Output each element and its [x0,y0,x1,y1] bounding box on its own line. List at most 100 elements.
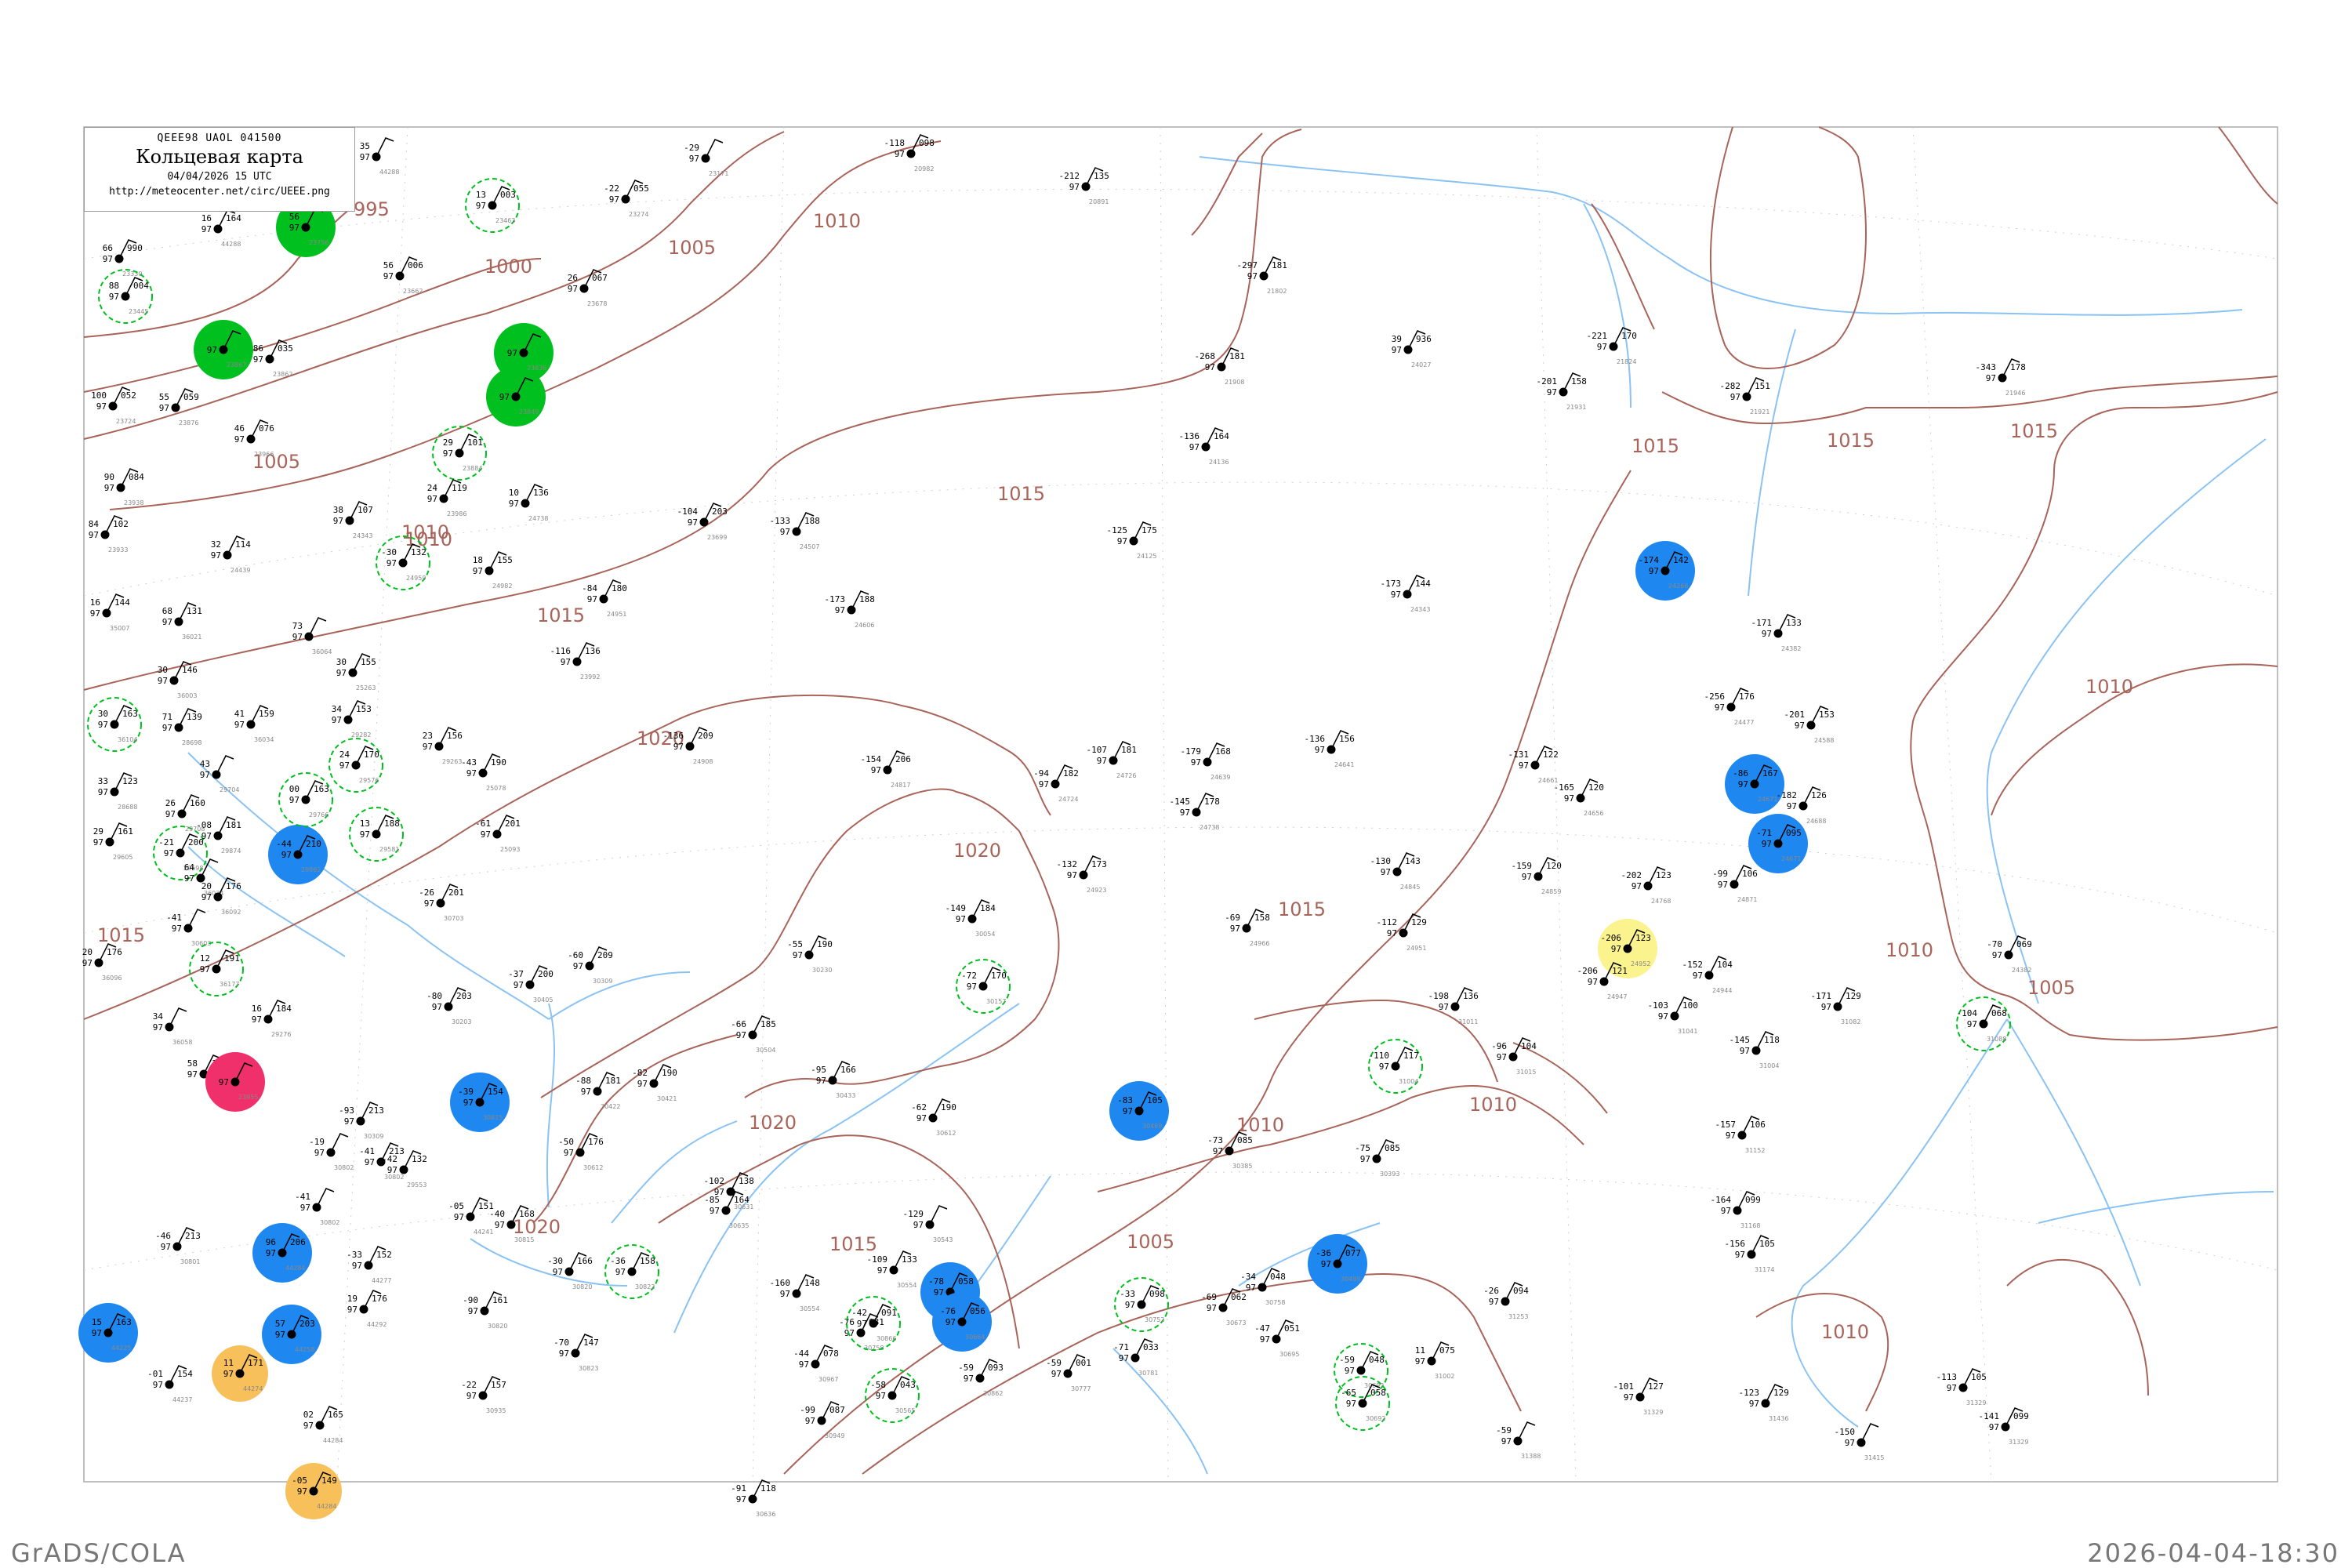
station-pressure: 126 [1811,790,1827,800]
station-temperature: -173 [825,594,846,604]
station-temperature: -26 [419,887,434,898]
station-visibility: 97 [1392,345,1402,355]
station-plot: -41 213 97 30802 [359,1142,405,1181]
station-plot: -75 085 97 30393 [1355,1139,1400,1178]
station-plot: -202 123 97 24768 [1621,866,1671,905]
station-id: 44225 [111,1345,131,1352]
station-plot: -173 144 97 24343 [1381,575,1431,613]
station-plot: 16 144 97 35007 [90,593,130,632]
station-id: 30469 [1142,1123,1162,1130]
station-pressure: 160 [190,798,205,808]
station-visibility: 97 [476,201,486,211]
station-pressure: 105 [1971,1372,1987,1382]
station-id: 23849 [519,408,539,416]
station-pressure: 100 [1682,1000,1698,1011]
station-visibility: 97 [934,1287,944,1298]
station-temperature: -44 [276,839,292,849]
station-id: 24845 [1400,884,1420,891]
station-visibility: 97 [956,914,966,924]
station-id: 24966 [1250,940,1269,947]
station-temperature: -34 [1240,1272,1256,1282]
station-temperature: -156 [1725,1239,1746,1249]
station-id: 24738 [1200,824,1219,831]
station-pressure: 006 [408,260,423,270]
station-plot: -76 056 97 30664 [932,1292,992,1352]
station-plot: -44 078 97 30967 [793,1345,839,1383]
station-temperature: -55 [787,939,803,949]
map-url[interactable]: http://meteocenter.net/circ/UEEE.png [85,186,354,198]
station-temperature: 88 [109,281,119,291]
station-temperature: 58 [187,1058,198,1069]
station-temperature: -297 [1237,260,1258,270]
station-visibility: 97 [507,348,517,358]
station-plot: -1997 30802 [309,1133,354,1171]
station-plot: -99 106 97 24871 [1712,865,1758,903]
station-visibility: 97 [1191,757,1201,768]
station-pressure: 062 [1231,1292,1247,1302]
station-visibility: 97 [89,530,99,540]
station-pressure: 213 [389,1146,405,1156]
station-temperature: 96 [266,1237,276,1247]
station-pressure: 170 [364,750,379,760]
station-temperature: -30 [381,547,397,557]
station-id: 36177 [220,981,239,988]
station-plot: -212 135 97 20891 [1059,167,1109,205]
station-id: 44277 [372,1277,391,1284]
station-pressure: 043 [900,1380,916,1390]
station-pressure: 210 [306,839,321,849]
station-temperature: -136 [1179,431,1200,441]
station-plot: 18 155 97 24982 [473,551,513,590]
isobar-label: 1015 [2010,420,2058,442]
station-temperature: 64 [184,862,195,873]
isobar-label: 1005 [668,237,716,259]
station-plot: -132 173 97 24923 [1057,855,1107,894]
station-id: 21921 [1750,408,1769,416]
station-visibility: 97 [184,873,194,884]
station-pressure: 118 [760,1483,776,1494]
station-plot: -71 095 97 24671 [1748,814,1808,873]
station-pressure: 123 [1656,870,1671,880]
station-visibility: 97 [499,392,510,402]
station-visibility: 97 [559,1348,569,1359]
station-pressure: 099 [1745,1195,1761,1205]
station-temperature: 11 [223,1358,234,1368]
station-id: 23699 [707,534,727,541]
station-id: 23862 [273,371,292,378]
station-pressure: 152 [376,1250,392,1260]
station-id: 23992 [580,673,600,681]
isobar-label: 1020 [953,840,1001,862]
station-pressure: 153 [356,704,372,714]
station-visibility: 97 [1489,1297,1499,1307]
station-visibility: 97 [424,898,434,909]
station-id: 24959 [406,575,426,582]
station-visibility: 97 [1260,1334,1270,1345]
station-id: 30393 [1380,1171,1399,1178]
station-plot: -85 1649730635 [704,1191,750,1229]
station-visibility: 97 [219,1077,229,1087]
station-visibility: 97 [289,223,299,233]
station-visibility: 97 [568,284,578,294]
isobar-label: 1020 [749,1112,797,1134]
station-id: 29576 [359,777,379,784]
station-pressure: 178 [1204,797,1220,807]
station-temperature: -29 [684,143,699,153]
station-plot: 13 188 97 29581 [349,807,404,862]
station-pressure: 190 [491,757,506,768]
station-pressure: 077 [1345,1248,1361,1258]
station-pressure: 206 [895,754,911,764]
station-temperature: -88 [575,1076,591,1086]
station-plot: 30 163 97 36104 [87,697,142,752]
station-temperature: 30 [158,665,168,675]
station-temperature: -41 [166,913,182,923]
station-id: 30692 [1366,1415,1385,1422]
station-plot: 3497 36058 [153,1007,192,1046]
station-visibility: 97 [297,1486,307,1497]
station-pressure: 168 [519,1209,535,1219]
station-plot: 23 156 97 29263 [423,727,463,765]
station-visibility: 97 [916,1113,927,1123]
station-temperature: -201 [1784,710,1806,720]
station-plot: 84 102 97 23933 [89,515,129,554]
station-visibility: 97 [365,1157,375,1167]
station-temperature: -149 [946,903,967,913]
station-visibility: 97 [1986,373,1996,383]
